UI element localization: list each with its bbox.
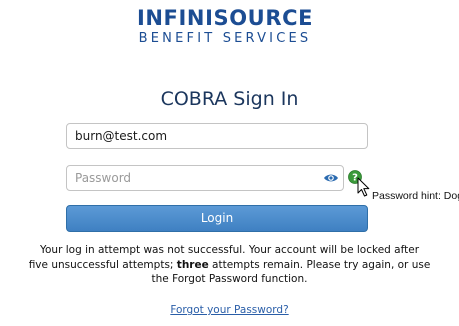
password-field-placeholder: Password xyxy=(75,171,132,185)
email-field-value: burn@test.com xyxy=(75,129,168,143)
email-field[interactable]: burn@test.com xyxy=(66,123,368,149)
error-message-line1: Your log in attempt was not successful. … xyxy=(39,244,420,256)
forgot-password-container: Forgot your Password? xyxy=(0,303,459,317)
error-message-line2-start: five unsuccessful attempts; xyxy=(28,258,177,271)
error-message: Your log in attempt was not successful. … xyxy=(2,243,457,287)
eye-icon[interactable] xyxy=(323,171,339,185)
logo-main-text: INFINISOURCE xyxy=(136,6,314,30)
page-title: COBRA Sign In xyxy=(160,88,299,110)
attempts-remaining: three xyxy=(176,258,209,271)
login-button[interactable]: Login xyxy=(66,205,368,232)
error-message-line2-end: attempts remain. Please try again, or us… xyxy=(208,258,431,271)
password-hint: Password hint: Dog xyxy=(372,190,459,202)
cobra-signin-page: INFINISOURCE BENEFIT SERVICES COBRA Sign… xyxy=(0,0,459,326)
mouse-cursor-icon xyxy=(357,177,370,197)
error-message-line2: five unsuccessful attempts; three attemp… xyxy=(2,258,457,273)
forgot-password-link[interactable]: Forgot your Password? xyxy=(170,304,288,316)
error-message-line3: the Forgot Password function. xyxy=(151,273,308,285)
logo-sub-text: BENEFIT SERVICES xyxy=(138,31,312,46)
password-field[interactable]: Password xyxy=(66,165,344,191)
logo: INFINISOURCE BENEFIT SERVICES xyxy=(120,6,330,47)
